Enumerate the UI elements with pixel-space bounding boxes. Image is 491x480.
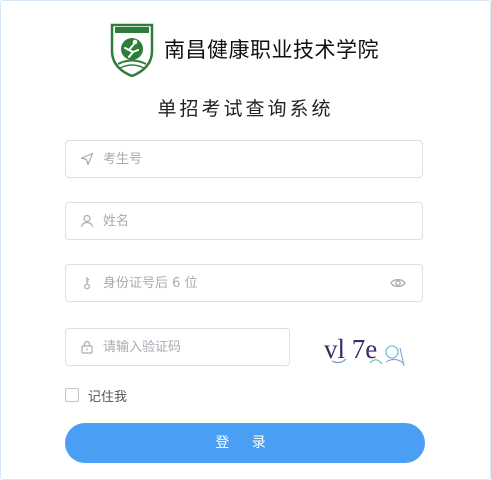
id-last6-placeholder: 身份证号后 6 位 xyxy=(103,276,198,291)
captcha-placeholder: 请输入验证码 xyxy=(103,340,182,355)
navigation-arrow-icon xyxy=(80,152,94,166)
user-icon xyxy=(80,214,94,228)
name-placeholder: 姓名 xyxy=(103,214,130,229)
id-last6-input[interactable]: 身份证号后 6 位 xyxy=(65,264,423,302)
remember-me[interactable]: 记住我 xyxy=(65,387,128,405)
login-button[interactable]: 登 录 xyxy=(65,423,425,463)
captcha-input[interactable]: 请输入验证码 xyxy=(65,328,290,366)
key-icon xyxy=(84,277,90,290)
captcha-text: vl 7e xyxy=(324,334,377,364)
school-name: 南昌健康职业技术学院 xyxy=(164,38,379,62)
header: 南昌健康职业技术学院 xyxy=(108,20,379,78)
exam-number-placeholder: 考生号 xyxy=(103,152,143,167)
lock-icon xyxy=(81,340,93,354)
remember-label: 记住我 xyxy=(88,389,128,405)
page-title: 单招考试查询系统 xyxy=(157,98,334,120)
name-input[interactable]: 姓名 xyxy=(65,202,423,240)
exam-number-input[interactable]: 考生号 xyxy=(65,140,423,178)
remember-checkbox[interactable] xyxy=(65,388,79,402)
eye-icon[interactable] xyxy=(390,277,406,289)
school-emblem-icon xyxy=(110,23,154,77)
captcha-image[interactable]: vl 7e xyxy=(320,328,412,368)
